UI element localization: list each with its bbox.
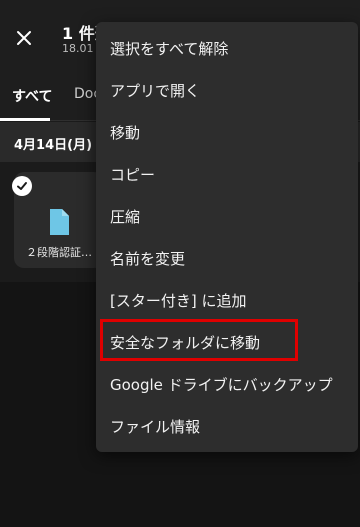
menu-item-compress[interactable]: 圧縮 bbox=[110, 206, 140, 227]
menu-item-add-star[interactable]: [スター付き] に追加 bbox=[110, 290, 246, 311]
menu-item-backup-google-drive[interactable]: Google ドライブにバックアップ bbox=[110, 374, 333, 395]
file-card[interactable]: ２段階認証… bbox=[12, 172, 104, 268]
document-icon bbox=[50, 209, 69, 235]
tab-all[interactable]: すべて bbox=[12, 86, 52, 106]
menu-item-copy[interactable]: コピー bbox=[110, 164, 155, 185]
menu-item-rename[interactable]: 名前を変更 bbox=[110, 248, 185, 269]
close-icon bbox=[17, 31, 31, 45]
highlight-annotation bbox=[100, 319, 298, 361]
close-button[interactable] bbox=[10, 24, 38, 52]
date-label: 4月14日(月) bbox=[14, 138, 93, 153]
selected-check-icon[interactable] bbox=[12, 176, 32, 196]
context-menu: 選択をすべて解除 アプリで開く 移動 コピー 圧縮 名前を変更 [スター付き] … bbox=[96, 22, 358, 452]
menu-item-open-with[interactable]: アプリで開く bbox=[110, 80, 200, 101]
file-name: ２段階認証… bbox=[26, 246, 92, 259]
menu-item-move[interactable]: 移動 bbox=[110, 122, 140, 143]
active-tab-indicator bbox=[0, 118, 50, 121]
menu-item-deselect-all[interactable]: 選択をすべて解除 bbox=[110, 38, 228, 59]
menu-item-file-info[interactable]: ファイル情報 bbox=[110, 416, 200, 437]
